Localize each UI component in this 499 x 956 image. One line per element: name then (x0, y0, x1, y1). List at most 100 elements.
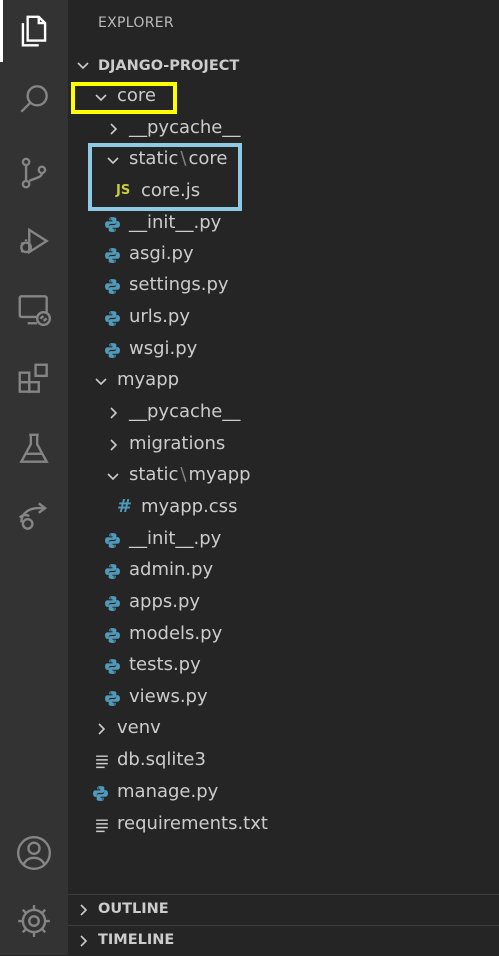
python-icon (105, 691, 120, 706)
tree-folder-venv[interactable]: venv (68, 714, 499, 745)
project-name: DJANGO-PROJECT (98, 58, 240, 74)
python-icon (105, 628, 120, 643)
tree-label: manage.py (117, 781, 219, 802)
remote-explorer-icon (18, 295, 52, 327)
chevron-right-icon (110, 123, 118, 135)
testing-button[interactable] (0, 418, 68, 480)
tree-label: migrations (129, 433, 226, 454)
tree-file-settings-py[interactable]: settings.py (68, 271, 499, 302)
source-control-button[interactable] (0, 142, 68, 204)
chevron-down-icon (77, 62, 89, 70)
timeline-panel-header[interactable]: TIMELINE (68, 925, 499, 956)
tree-file-db-sqlite3[interactable]: db.sqlite3 (68, 746, 499, 777)
tree-label: myapp.css (141, 496, 238, 517)
tree-label: __pycache__ (129, 117, 241, 138)
css-icon: # (117, 496, 133, 517)
extensions-icon (18, 363, 48, 393)
highlight-box-blue (88, 143, 242, 211)
chevron-right-icon (98, 723, 106, 735)
tree-file-views-py[interactable]: views.py (68, 683, 499, 714)
python-icon (93, 786, 108, 801)
source-control-icon (21, 157, 47, 189)
python-icon (105, 311, 120, 326)
tree-folder-migrations[interactable]: migrations (68, 430, 499, 461)
highlight-box-yellow (71, 82, 177, 114)
tree-label-part: myapp (188, 464, 251, 485)
tree-file-apps-py[interactable]: apps.py (68, 588, 499, 619)
debug-icon (20, 227, 49, 255)
tree-folder-static-myapp[interactable]: static \ myapp (68, 461, 499, 492)
tree-file-myapp-css[interactable]: # myapp.css (68, 493, 499, 524)
files-icon (21, 15, 47, 47)
tree-label: __init__.py (129, 528, 222, 549)
tree-file-wsgi-py[interactable]: wsgi.py (68, 335, 499, 366)
tree-file-admin-py[interactable]: admin.py (68, 556, 499, 587)
tree-file-init-py[interactable]: __init__.py (68, 209, 499, 240)
python-icon (105, 217, 120, 232)
chevron-right-icon (110, 439, 118, 451)
tree-label: requirements.txt (117, 813, 268, 834)
tree-label: tests.py (129, 654, 201, 675)
tree-file-urls-py[interactable]: urls.py (68, 303, 499, 334)
chevron-right-icon (80, 904, 88, 916)
python-icon (105, 564, 120, 579)
tree-folder-myapp[interactable]: myapp (68, 366, 499, 397)
python-icon (105, 248, 120, 263)
account-icon (16, 835, 52, 871)
remote-explorer-button[interactable] (0, 278, 68, 340)
tree-folder-pycache[interactable]: __pycache__ (68, 398, 499, 429)
tree-label: urls.py (129, 306, 190, 327)
tree-label: static \ myapp (129, 464, 251, 485)
text-file-icon (96, 819, 108, 833)
tree-label: myapp (117, 369, 180, 390)
chevron-right-icon (110, 407, 118, 419)
live-share-icon (18, 502, 48, 530)
tree-label: settings.py (129, 274, 229, 295)
search-icon (20, 85, 48, 113)
tree-label: __init__.py (129, 212, 222, 233)
accounts-button[interactable] (0, 822, 68, 884)
flask-icon (19, 433, 49, 463)
explorer-title: EXPLORER (98, 15, 174, 31)
search-button[interactable] (0, 68, 68, 130)
activity-bar (0, 0, 68, 955)
explorer-sidebar: EXPLORER DJANGO-PROJECT core __pycache__… (68, 0, 499, 955)
outline-panel-header[interactable]: OUTLINE (68, 894, 499, 925)
python-icon (105, 596, 120, 611)
project-header[interactable]: DJANGO-PROJECT (68, 52, 499, 80)
tree-file-requirements-txt[interactable]: requirements.txt (68, 810, 499, 841)
run-debug-button[interactable] (0, 210, 68, 272)
timeline-label: TIMELINE (98, 932, 175, 948)
extensions-button[interactable] (0, 348, 68, 410)
live-share-button[interactable] (0, 485, 68, 547)
tree-label: venv (117, 717, 161, 738)
tree-file-manage-py[interactable]: manage.py (68, 778, 499, 809)
tree-label: wsgi.py (129, 338, 198, 359)
tree-file-asgi-py[interactable]: asgi.py (68, 240, 499, 271)
tree-label: apps.py (129, 591, 201, 612)
explorer-button[interactable] (0, 0, 68, 62)
tree-label: __pycache__ (129, 401, 241, 422)
chevron-down-icon (107, 473, 119, 481)
chevron-down-icon (95, 378, 107, 386)
chevron-right-icon (80, 935, 88, 947)
tree-label: views.py (129, 686, 208, 707)
tree-file-tests-py[interactable]: tests.py (68, 651, 499, 682)
outline-label: OUTLINE (98, 901, 169, 917)
tree-folder-pycache[interactable]: __pycache__ (68, 114, 499, 145)
gear-icon (18, 905, 50, 937)
tree-label: db.sqlite3 (117, 749, 206, 770)
python-icon (105, 533, 120, 548)
tree-file-models-py[interactable]: models.py (68, 620, 499, 651)
tree-label: models.py (129, 623, 223, 644)
python-icon (105, 279, 120, 294)
tree-file-init-py[interactable]: __init__.py (68, 525, 499, 556)
path-separator: \ (180, 464, 187, 485)
python-icon (105, 659, 120, 674)
tree-label: admin.py (129, 559, 214, 580)
text-file-icon (96, 755, 108, 769)
tree-label: asgi.py (129, 243, 194, 264)
python-icon (105, 343, 120, 358)
tree-label-part: static (129, 464, 179, 485)
manage-button[interactable] (0, 890, 68, 952)
